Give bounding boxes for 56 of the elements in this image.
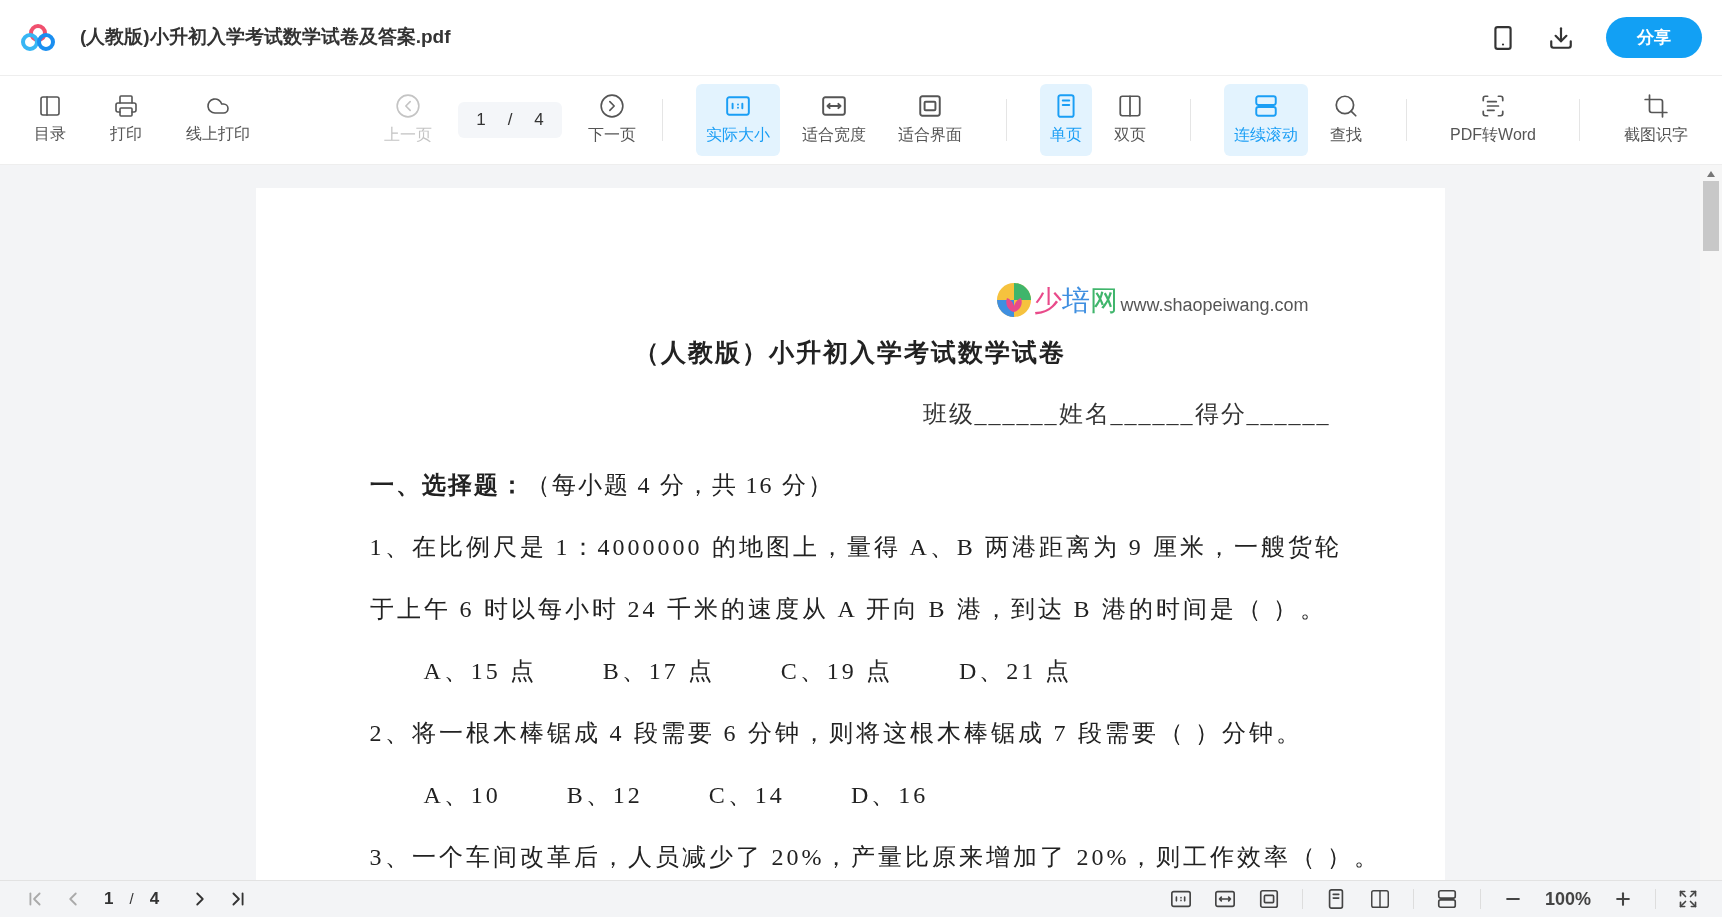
scrollbar-thumb[interactable] — [1703, 181, 1719, 251]
chevron-right-icon — [599, 93, 625, 119]
chevron-left-icon — [395, 93, 421, 119]
current-page: 1 — [104, 888, 114, 911]
question-text: 3、一个车间改革后，人员减少了 20%，产量比原来增加了 20%，则工作效率（ ）。 — [369, 842, 1382, 872]
next-page-button[interactable]: 下一页 — [582, 93, 642, 147]
toolbar-button[interactable]: 查找 — [1320, 84, 1373, 156]
total-pages: 4 — [149, 888, 160, 911]
printer-icon — [114, 94, 138, 118]
flower-logo-icon — [996, 282, 1033, 318]
fit-width-icon — [1213, 888, 1236, 910]
answer-option: A、10 — [423, 776, 501, 813]
question-text: 2、将一根木棒锯成 4 段需要 6 分钟，则将这根木棒锯成 7 段需要（ ）分钟。 — [369, 718, 1303, 748]
download-icon[interactable] — [1548, 24, 1574, 51]
answer-option: C、19 点 — [780, 652, 893, 689]
sidebar-icon — [38, 94, 62, 118]
scroll-up-icon[interactable] — [1707, 171, 1715, 177]
student-info-line: 班级______姓名______得分______ — [922, 399, 1331, 429]
question-text: 于上午 6 时以每小时 24 千米的速度从 A 开向 B 港，到达 B 港的时间是（ ）。 — [369, 594, 1327, 624]
toolbar-button[interactable]: PDF转Word — [1440, 84, 1546, 156]
zoom-level: 100% — [1544, 887, 1591, 911]
answer-option: D、21 点 — [958, 652, 1073, 689]
actual-size-icon — [725, 93, 752, 119]
fullscreen-icon[interactable] — [1678, 889, 1698, 909]
answer-option: D、16 — [850, 776, 929, 813]
continuous-scroll-icon — [1253, 93, 1280, 119]
document-title: (人教版)小升初入学考试数学试卷及答案.pdf — [80, 25, 451, 50]
toolbar-button[interactable]: 截图识字 — [1613, 84, 1698, 156]
section-heading: 一、选择题：（每小题 4 分，共 16 分） — [369, 470, 834, 500]
answer-option: B、12 — [566, 776, 643, 813]
actual-size-icon — [1169, 888, 1192, 910]
page-separator: / — [129, 888, 134, 909]
zoom-in-icon[interactable] — [1613, 889, 1633, 909]
continuous-scroll-icon — [1435, 888, 1458, 910]
toolbar-button[interactable]: 适合宽度 — [792, 84, 877, 156]
toolbar-button[interactable]: 目录 — [24, 84, 76, 156]
double-page-icon[interactable] — [1368, 888, 1391, 910]
app-logo — [20, 23, 56, 52]
site-url: www.shaopeiwang.com — [1120, 294, 1309, 317]
answer-option: A、15 点 — [423, 652, 537, 689]
search-icon — [1333, 93, 1360, 119]
fit-screen-icon — [1257, 888, 1280, 910]
toolbar-button[interactable]: 双页 — [1104, 84, 1157, 156]
page-field[interactable]: 1 / 4 — [458, 102, 562, 138]
site-logo-text: 少培网 — [1034, 284, 1119, 318]
crop-icon — [1642, 93, 1669, 119]
question-text: 1、在比例尺是 1：4000000 的地图上，量得 A、B 两港距离为 9 厘米，一艘货轮 — [369, 532, 1342, 562]
answer-option: C、14 — [708, 776, 785, 813]
toolbar-button[interactable]: 适合界面 — [888, 84, 973, 156]
toolbar-button[interactable]: 打印 — [100, 84, 152, 156]
double-page-icon — [1117, 93, 1144, 119]
toolbar-button[interactable]: 线上打印 — [176, 84, 260, 156]
document-heading: （人教版）小升初入学考试数学试卷 — [634, 338, 1066, 368]
fit-screen-icon — [917, 93, 944, 119]
fit-width-icon — [821, 93, 848, 119]
answer-option: B、17 点 — [602, 652, 715, 689]
